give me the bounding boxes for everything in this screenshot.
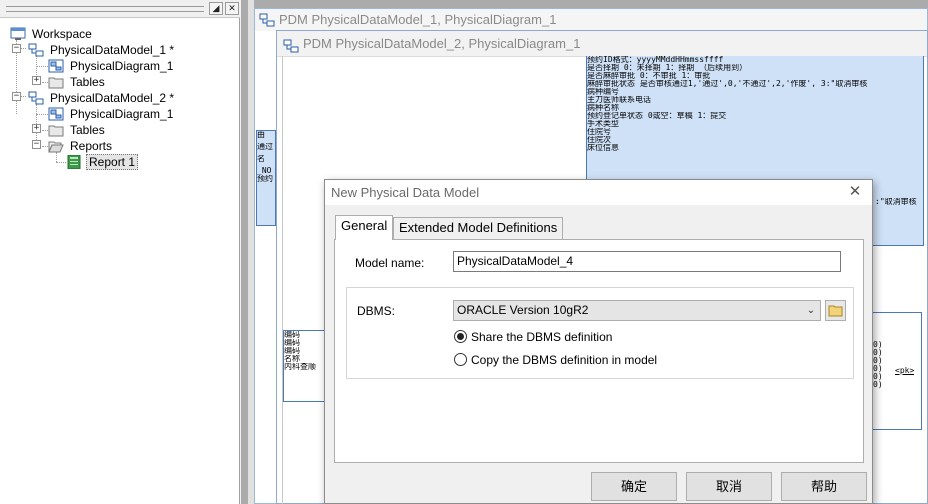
- workspace-icon: [10, 27, 26, 41]
- workspace-panel: ◢ ✕ Workspace − PhysicalDataModel_1 * Ph…: [0, 0, 240, 504]
- collapse-icon[interactable]: −: [12, 92, 21, 101]
- window-title: PDM PhysicalDataModel_1, PhysicalDiagram…: [279, 12, 557, 27]
- tab-general[interactable]: General: [335, 215, 394, 240]
- copy-dbms-radio[interactable]: Copy the DBMS definition in model: [454, 352, 714, 368]
- dock-icon[interactable]: ◢: [209, 2, 223, 15]
- model-name-label: Model name:: [355, 256, 425, 270]
- radio-unselected-icon: [454, 353, 467, 366]
- pk-label: <pk>: [895, 367, 915, 375]
- folder-icon: [828, 305, 843, 317]
- window-title-bar[interactable]: PDM PhysicalDataModel_2, PhysicalDiagram…: [277, 31, 927, 57]
- tree-item-diagram-2[interactable]: PhysicalDiagram_1: [48, 106, 228, 122]
- report-icon: [66, 155, 82, 169]
- tree-item-reports[interactable]: Reports: [48, 138, 228, 154]
- tree-item-label: PhysicalDataModel_1 *: [50, 43, 175, 57]
- new-pdm-dialog: New Physical Data Model ✕ General Extend…: [324, 179, 873, 504]
- collapse-icon[interactable]: −: [32, 140, 41, 149]
- tree-item-tables-2[interactable]: Tables: [48, 122, 228, 138]
- dbms-select-value: ORACLE Version 10gR2: [457, 303, 589, 317]
- tree-item-label: Tables: [70, 75, 105, 89]
- dialog-titlebar[interactable]: New Physical Data Model ✕: [325, 180, 872, 205]
- expand-icon[interactable]: +: [32, 124, 41, 133]
- table-entity-lower-right[interactable]: 0) 0) 0) 0) 0) 0) <pk>: [872, 312, 922, 430]
- diagram-icon: [48, 59, 64, 73]
- entity-fragment-left[interactable]: 由 通过 名 _NO 预约: [256, 130, 276, 226]
- pdm-model-icon: [283, 36, 299, 62]
- help-button[interactable]: 帮助: [781, 472, 867, 501]
- diagram-icon: [48, 107, 64, 121]
- browse-folder-button[interactable]: [825, 300, 846, 321]
- tree-item-label: Reports: [70, 139, 113, 153]
- close-panel-icon[interactable]: ✕: [225, 2, 239, 15]
- cancel-button[interactable]: 取消: [686, 472, 772, 501]
- tree-item-label: Tables: [70, 123, 105, 137]
- share-dbms-radio[interactable]: Share the DBMS definition: [454, 329, 714, 345]
- tree-item-workspace[interactable]: Workspace: [10, 26, 210, 42]
- panel-grip[interactable]: [6, 6, 204, 12]
- dbms-select[interactable]: ORACLE Version 10gR2 ⌄: [453, 300, 821, 321]
- collapse-icon[interactable]: −: [12, 44, 21, 53]
- table-entity-lower-left[interactable]: 编码 编码 编码 名称 内科查顺: [283, 330, 327, 402]
- pdm-model-icon: [28, 91, 44, 105]
- tree-item-pdm-1[interactable]: PhysicalDataModel_1 *: [28, 42, 228, 58]
- folder-icon: [48, 123, 64, 137]
- window-title: PDM PhysicalDataModel_2, PhysicalDiagram…: [303, 36, 581, 51]
- ok-button[interactable]: 确定: [591, 472, 677, 501]
- folder-icon: [48, 75, 64, 89]
- workspace-titlebar: ◢ ✕: [0, 0, 240, 18]
- tree-item-label: PhysicalDataModel_2 *: [50, 91, 175, 105]
- pdm-model-icon: [259, 12, 275, 34]
- tree-item-label: PhysicalDiagram_1: [70, 107, 174, 121]
- radio-selected-icon: [454, 330, 467, 343]
- chevron-down-icon: ⌄: [806, 305, 816, 316]
- tree-item-label: PhysicalDiagram_1: [70, 59, 174, 73]
- workspace-tree: Workspace − PhysicalDataModel_1 * Physic…: [0, 24, 238, 494]
- model-name-input[interactable]: PhysicalDataModel_4: [453, 251, 841, 272]
- tree-item-diagram-1[interactable]: PhysicalDiagram_1: [48, 58, 228, 74]
- tree-item-label: Report 1: [86, 154, 139, 170]
- tree-item-tables-1[interactable]: Tables: [48, 74, 228, 90]
- dialog-title: New Physical Data Model: [331, 185, 480, 200]
- folder-open-icon: [48, 139, 64, 153]
- expand-icon[interactable]: +: [32, 76, 41, 85]
- tree-item-label: Workspace: [32, 27, 92, 41]
- dbms-label: DBMS:: [357, 304, 396, 318]
- pdm-model-icon: [28, 43, 44, 57]
- tree-item-report-1[interactable]: Report 1: [66, 154, 226, 170]
- close-icon[interactable]: ✕: [846, 183, 864, 201]
- tree-item-pdm-2[interactable]: PhysicalDataModel_2 *: [28, 90, 228, 106]
- tab-extended-model-definitions[interactable]: Extended Model Definitions: [393, 217, 564, 239]
- window-title-bar[interactable]: PDM PhysicalDataModel_1, PhysicalDiagram…: [255, 9, 927, 31]
